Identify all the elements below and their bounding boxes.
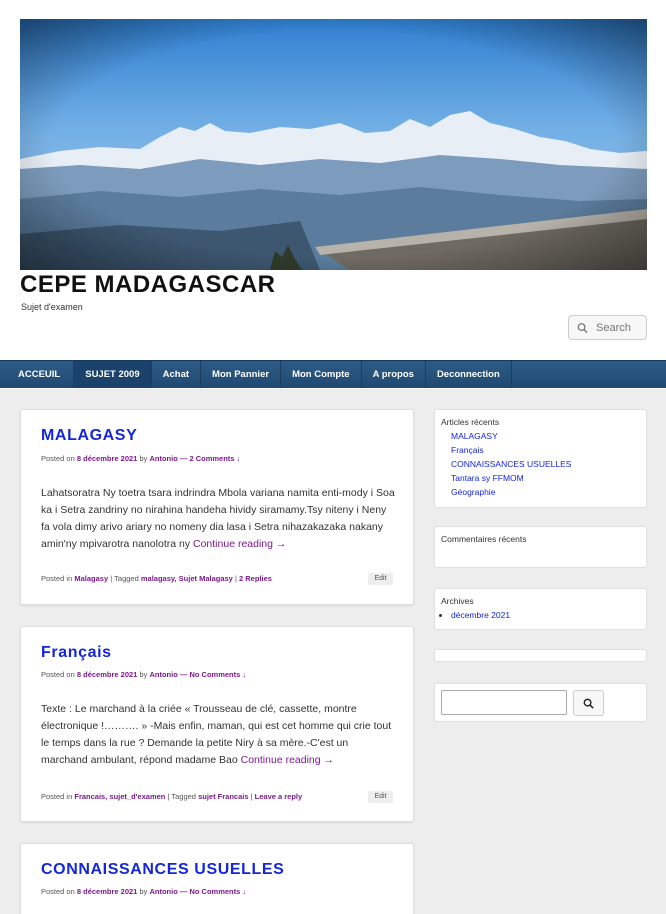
search-icon <box>583 698 594 709</box>
recent-posts-widget: Articles récents MALAGASY Français CONNA… <box>434 409 647 508</box>
posted-in-label: Posted in <box>41 792 73 801</box>
widget-title: Commentaires récents <box>441 534 527 544</box>
post-author-link[interactable]: Antonio <box>149 454 177 463</box>
site-description: Sujet d'examen <box>21 302 83 312</box>
post-footer: Posted in Francais, sujet_d'examen | Tag… <box>41 792 303 801</box>
tags-link[interactable]: malagasy, Sujet Malagasy <box>141 574 233 583</box>
post-author-link[interactable]: Antonio <box>149 670 177 679</box>
post-footer: Posted in Malagasy | Tagged malagasy, Su… <box>41 574 272 583</box>
recent-comments-widget: Commentaires récents <box>434 526 647 568</box>
nav-item-achat[interactable]: Achat <box>152 361 202 388</box>
empty-widget <box>434 649 647 662</box>
post-date-link[interactable]: 8 décembre 2021 <box>77 670 137 679</box>
widget-title: Archives <box>441 596 474 606</box>
post-date-link[interactable]: 8 décembre 2021 <box>77 887 137 896</box>
posted-on-label: Posted on <box>41 670 75 679</box>
replies-link[interactable]: 2 Replies <box>239 574 272 583</box>
nav-item-mon-pannier[interactable]: Mon Pannier <box>201 361 282 388</box>
category-link[interactable]: Francais, sujet_d'examen <box>74 792 165 801</box>
post-comments-link[interactable]: — No Comments ↓ <box>180 887 246 896</box>
post-title[interactable]: Français <box>41 644 112 662</box>
site-title[interactable]: CEPE MADAGASCAR <box>20 271 276 299</box>
continue-reading-link[interactable]: Continue reading → <box>193 538 286 550</box>
search-icon <box>577 322 588 333</box>
recent-post-link[interactable]: CONNAISSANCES USUELLES <box>451 457 571 471</box>
header-banner-image <box>20 19 647 270</box>
recent-post-link[interactable]: Tantara sy FFMOM <box>451 471 571 485</box>
recent-post-link[interactable]: Géographie <box>451 485 571 499</box>
widget-title: Articles récents <box>441 417 500 427</box>
post-article: Français Posted on 8 décembre 2021 by An… <box>20 626 414 822</box>
post-comments-link[interactable]: — 2 Comments ↓ <box>180 454 240 463</box>
nav-item-a-propos[interactable]: A propos <box>362 361 426 388</box>
post-meta: Posted on 8 décembre 2021 by Antonio — N… <box>41 670 246 679</box>
tagged-label: | Tagged <box>167 792 196 801</box>
post-article: CONNAISSANCES USUELLES Posted on 8 décem… <box>20 843 414 914</box>
nav-item-mon-compte[interactable]: Mon Compte <box>281 361 362 388</box>
post-title[interactable]: CONNAISSANCES USUELLES <box>41 861 284 879</box>
post-meta: Posted on 8 décembre 2021 by Antonio — N… <box>41 887 246 896</box>
by-label: by <box>139 670 148 679</box>
nav-item-sujet-2009[interactable]: SUJET 2009 <box>74 361 152 388</box>
archive-link[interactable]: décembre 2021 <box>451 608 510 622</box>
post-excerpt: Lahatsoratra Ny toetra tsara indrindra M… <box>41 485 395 553</box>
edit-button[interactable]: Edit <box>368 791 393 803</box>
edit-button[interactable]: Edit <box>368 573 393 585</box>
tags-link[interactable]: sujet Francais <box>198 792 248 801</box>
post-excerpt: Texte : Le marchand à la criée « Trousse… <box>41 701 395 769</box>
header-search-input[interactable] <box>596 321 646 334</box>
recent-post-link[interactable]: MALAGASY <box>451 429 571 443</box>
by-label: by <box>139 454 148 463</box>
post-article: MALAGASY Posted on 8 décembre 2021 by An… <box>20 409 414 605</box>
by-label: by <box>139 887 148 896</box>
post-meta: Posted on 8 décembre 2021 by Antonio — 2… <box>41 454 240 463</box>
nav-item-deconnection[interactable]: Deconnection <box>426 361 512 388</box>
search-widget <box>434 683 647 722</box>
replies-link[interactable]: Leave a reply <box>255 792 303 801</box>
category-link[interactable]: Malagasy <box>74 574 108 583</box>
post-date-link[interactable]: 8 décembre 2021 <box>77 454 137 463</box>
header-search-box[interactable] <box>568 315 647 340</box>
post-title[interactable]: MALAGASY <box>41 427 137 445</box>
posted-on-label: Posted on <box>41 887 75 896</box>
sidebar-search-button[interactable] <box>573 690 604 716</box>
post-author-link[interactable]: Antonio <box>149 887 177 896</box>
tagged-label: | Tagged <box>110 574 139 583</box>
archives-widget: Archives décembre 2021 <box>434 588 647 630</box>
continue-reading-link[interactable]: Continue reading → <box>241 754 334 766</box>
nav-item-acceuil[interactable]: ACCEUIL <box>0 361 75 388</box>
recent-post-link[interactable]: Français <box>451 443 571 457</box>
posted-in-label: Posted in <box>41 574 73 583</box>
main-navigation: ACCEUIL SUJET 2009 Achat Mon Pannier Mon… <box>0 360 666 388</box>
post-comments-link[interactable]: — No Comments ↓ <box>180 670 246 679</box>
post-excerpt-text: Texte : Le marchand à la criée « Trousse… <box>41 703 392 766</box>
posted-on-label: Posted on <box>41 454 75 463</box>
sidebar-search-input[interactable] <box>441 690 567 715</box>
